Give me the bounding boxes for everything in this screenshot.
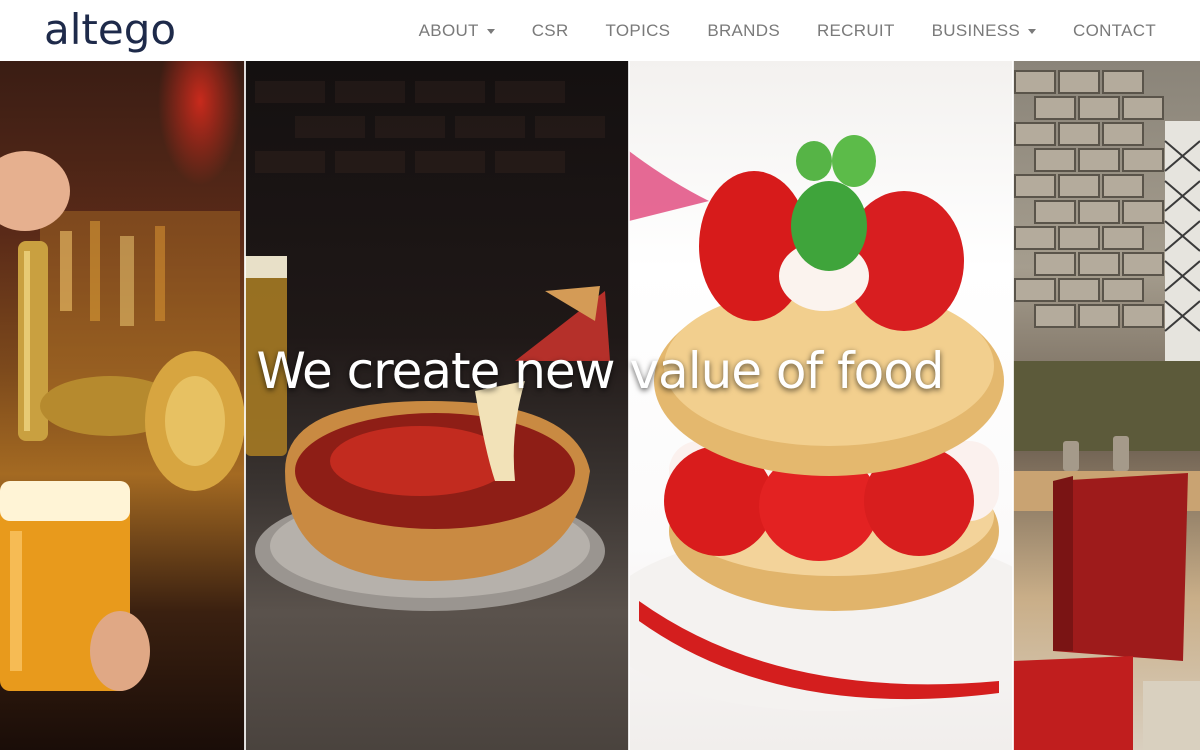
strawberry-shortcake-photo xyxy=(629,61,1013,750)
caret-down-icon xyxy=(486,28,495,34)
panel-divider xyxy=(1012,61,1014,750)
nav-item-label: BRANDS xyxy=(707,20,780,40)
nav-item-contact[interactable]: CONTACT xyxy=(1073,21,1156,41)
nav-item-label: CONTACT xyxy=(1073,20,1156,40)
nav-item-business[interactable]: BUSINESS xyxy=(932,21,1036,41)
deep-dish-pizza-photo xyxy=(245,61,629,750)
pizza-illustration xyxy=(245,81,610,611)
panel-divider xyxy=(628,61,630,750)
altego-logo[interactable]: altego xyxy=(44,2,176,58)
restaurant-illustration xyxy=(1013,70,1200,750)
nav-item-label: ABOUT xyxy=(418,20,479,40)
hero-banner: We create new value of food xyxy=(0,61,1200,750)
hero-title: We create new value of food xyxy=(256,342,944,400)
beer-tap-illustration xyxy=(0,151,245,691)
nav-item-csr[interactable]: CSR xyxy=(532,21,569,41)
restaurant-interior-photo xyxy=(1013,61,1200,750)
nav-item-label: TOPICS xyxy=(605,20,671,40)
panel-divider xyxy=(244,61,246,750)
nav-item-label: RECRUIT xyxy=(816,20,895,40)
nav-item-topics[interactable]: TOPICS xyxy=(606,21,671,41)
nav-item-brands[interactable]: BRANDS xyxy=(707,21,780,41)
nav-item-recruit[interactable]: RECRUIT xyxy=(817,21,895,41)
shortcake-illustration xyxy=(629,135,1013,711)
site-header: altego ABOUT CSR TOPICS BRANDS RECRUIT B… xyxy=(0,0,1200,61)
main-nav: ABOUT CSR TOPICS BRANDS RECRUIT BUSINESS… xyxy=(419,0,1156,61)
beer-tap-photo xyxy=(0,61,245,750)
nav-item-label: BUSINESS xyxy=(931,20,1020,40)
caret-down-icon xyxy=(1028,28,1036,34)
nav-item-about[interactable]: ABOUT xyxy=(419,21,495,41)
nav-item-label: CSR xyxy=(531,20,569,40)
